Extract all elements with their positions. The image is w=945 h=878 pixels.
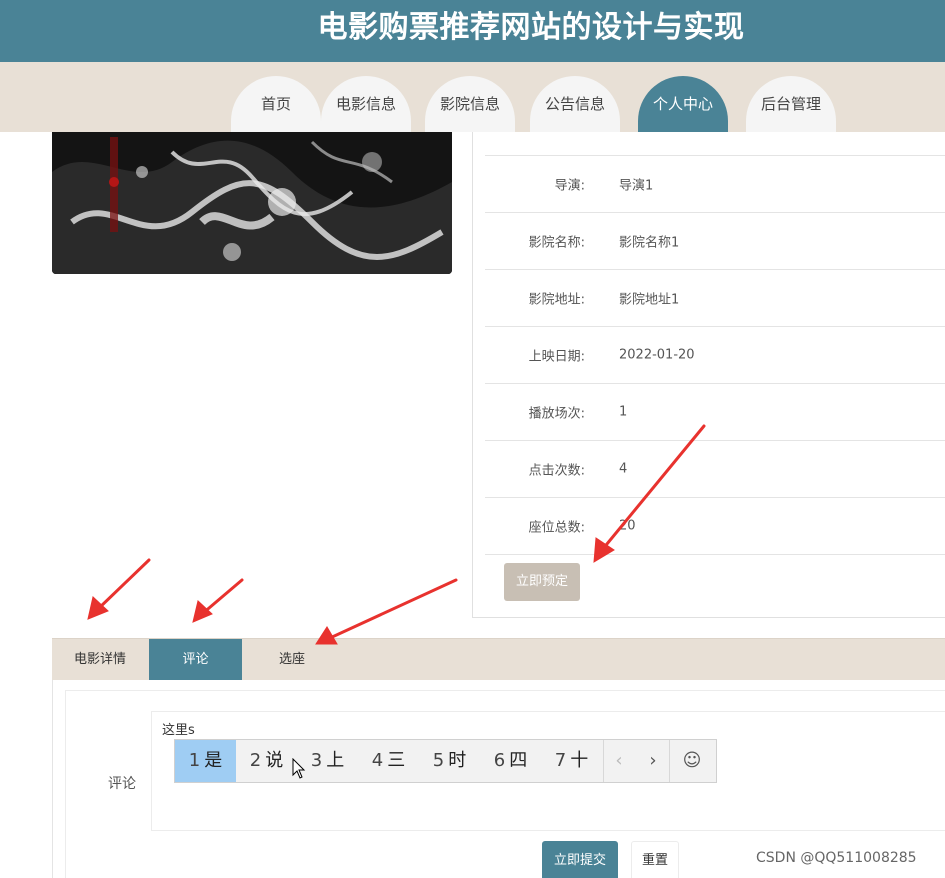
- cinema-name-label: 影院名称:: [528, 235, 585, 251]
- red-arrow-icon: [87, 558, 151, 620]
- ime-next-page-icon[interactable]: ›: [637, 740, 669, 782]
- ime-emoji-icon[interactable]: ☺: [676, 740, 708, 782]
- book-now-button[interactable]: 立即预定: [504, 563, 580, 601]
- info-row-seat-total: 座位总数: 20: [485, 498, 945, 555]
- ime-candidate-1[interactable]: 1是: [175, 740, 236, 782]
- site-header: 电影购票推荐网站的设计与实现: [0, 0, 945, 62]
- nav-home[interactable]: 首页: [231, 76, 321, 132]
- main-nav: 首页 电影信息 影院信息 公告信息 个人中心 后台管理: [0, 62, 945, 132]
- screenings-value: 1: [619, 404, 628, 420]
- ime-candidate-3[interactable]: 3上: [297, 740, 358, 782]
- ime-candidate-num: 3: [310, 750, 323, 771]
- seat-total-label: 座位总数:: [528, 520, 585, 536]
- nav-user-center[interactable]: 个人中心: [638, 76, 728, 132]
- nav-cinemas[interactable]: 影院信息: [425, 76, 515, 132]
- ime-candidate-num: 7: [554, 750, 567, 771]
- ime-candidate-text: 十: [570, 750, 589, 771]
- ime-candidate-7[interactable]: 7十: [541, 740, 602, 782]
- ime-candidate-num: 4: [371, 750, 384, 771]
- nav-admin[interactable]: 后台管理: [746, 76, 836, 132]
- reset-button[interactable]: 重置: [631, 841, 679, 878]
- clicks-value: 4: [619, 461, 628, 477]
- submit-comment-button[interactable]: 立即提交: [542, 841, 618, 878]
- tab-movie-details[interactable]: 电影详情: [52, 639, 148, 680]
- ime-candidate-4[interactable]: 4三: [358, 740, 419, 782]
- movie-info-panel: 导演: 导演1 影院名称: 影院名称1 影院地址: 影院地址1 上映日期: 20…: [472, 132, 945, 618]
- ime-candidate-text: 三: [387, 750, 406, 771]
- info-row-screenings: 播放场次: 1: [485, 384, 945, 441]
- csdn-watermark: CSDN @QQ511008285: [756, 850, 917, 866]
- ime-candidate-text: 说: [265, 750, 284, 771]
- ime-candidate-2[interactable]: 2说: [236, 740, 297, 782]
- detail-tabs: 电影详情 评论 选座: [52, 638, 945, 680]
- ime-candidate-num: 5: [432, 750, 445, 771]
- poster-artwork: [52, 132, 452, 274]
- page-root: 电影购票推荐网站的设计与实现 首页 电影信息 影院信息 公告信息 个人中心 后台…: [0, 0, 945, 878]
- info-row-clipped: [485, 132, 945, 156]
- nav-announcements[interactable]: 公告信息: [530, 76, 620, 132]
- info-row-release-date: 上映日期: 2022-01-20: [485, 327, 945, 384]
- ime-candidate-6[interactable]: 6四: [480, 740, 541, 782]
- cinema-name-value: 影院名称1: [619, 235, 680, 251]
- info-row-clicks: 点击次数: 4: [485, 441, 945, 498]
- info-row-director: 导演: 导演1: [485, 156, 945, 213]
- comment-label: 评论: [108, 776, 136, 792]
- ime-candidate-bar: 1是 2说 3上 4三 5时 6四 7十 ‹ › ☺: [174, 739, 717, 783]
- ime-candidate-text: 上: [326, 750, 345, 771]
- ime-candidate-num: 6: [493, 750, 506, 771]
- tab-comments[interactable]: 评论: [149, 639, 242, 680]
- cinema-address-label: 影院地址:: [528, 292, 585, 308]
- info-row-cinema-address: 影院地址: 影院地址1: [485, 270, 945, 327]
- screenings-label: 播放场次:: [528, 406, 585, 422]
- clicks-label: 点击次数:: [528, 463, 585, 479]
- director-value: 导演1: [619, 178, 654, 194]
- red-arrow-icon: [192, 578, 244, 623]
- mouse-cursor-icon: [292, 758, 306, 779]
- tab-seat-selection[interactable]: 选座: [242, 639, 342, 680]
- director-label: 导演:: [554, 178, 585, 194]
- ime-candidate-num: 2: [249, 750, 262, 771]
- movie-poster: [52, 132, 452, 274]
- info-row-cinema-name: 影院名称: 影院名称1: [485, 213, 945, 270]
- ime-candidate-text: 四: [509, 750, 528, 771]
- cinema-address-value: 影院地址1: [619, 292, 680, 308]
- ime-separator: [669, 740, 670, 782]
- seat-total-value: 20: [619, 518, 636, 534]
- site-title: 电影购票推荐网站的设计与实现: [317, 10, 745, 45]
- ime-candidate-text: 是: [204, 750, 223, 771]
- ime-candidate-5[interactable]: 5时: [419, 740, 480, 782]
- nav-movies[interactable]: 电影信息: [321, 76, 411, 132]
- ime-prev-page-icon[interactable]: ‹: [603, 740, 635, 782]
- ime-candidate-text: 时: [448, 750, 467, 771]
- release-date-label: 上映日期:: [528, 349, 585, 365]
- ime-candidate-num: 1: [188, 750, 201, 771]
- release-date-value: 2022-01-20: [619, 347, 695, 363]
- red-arrow-icon: [315, 578, 458, 645]
